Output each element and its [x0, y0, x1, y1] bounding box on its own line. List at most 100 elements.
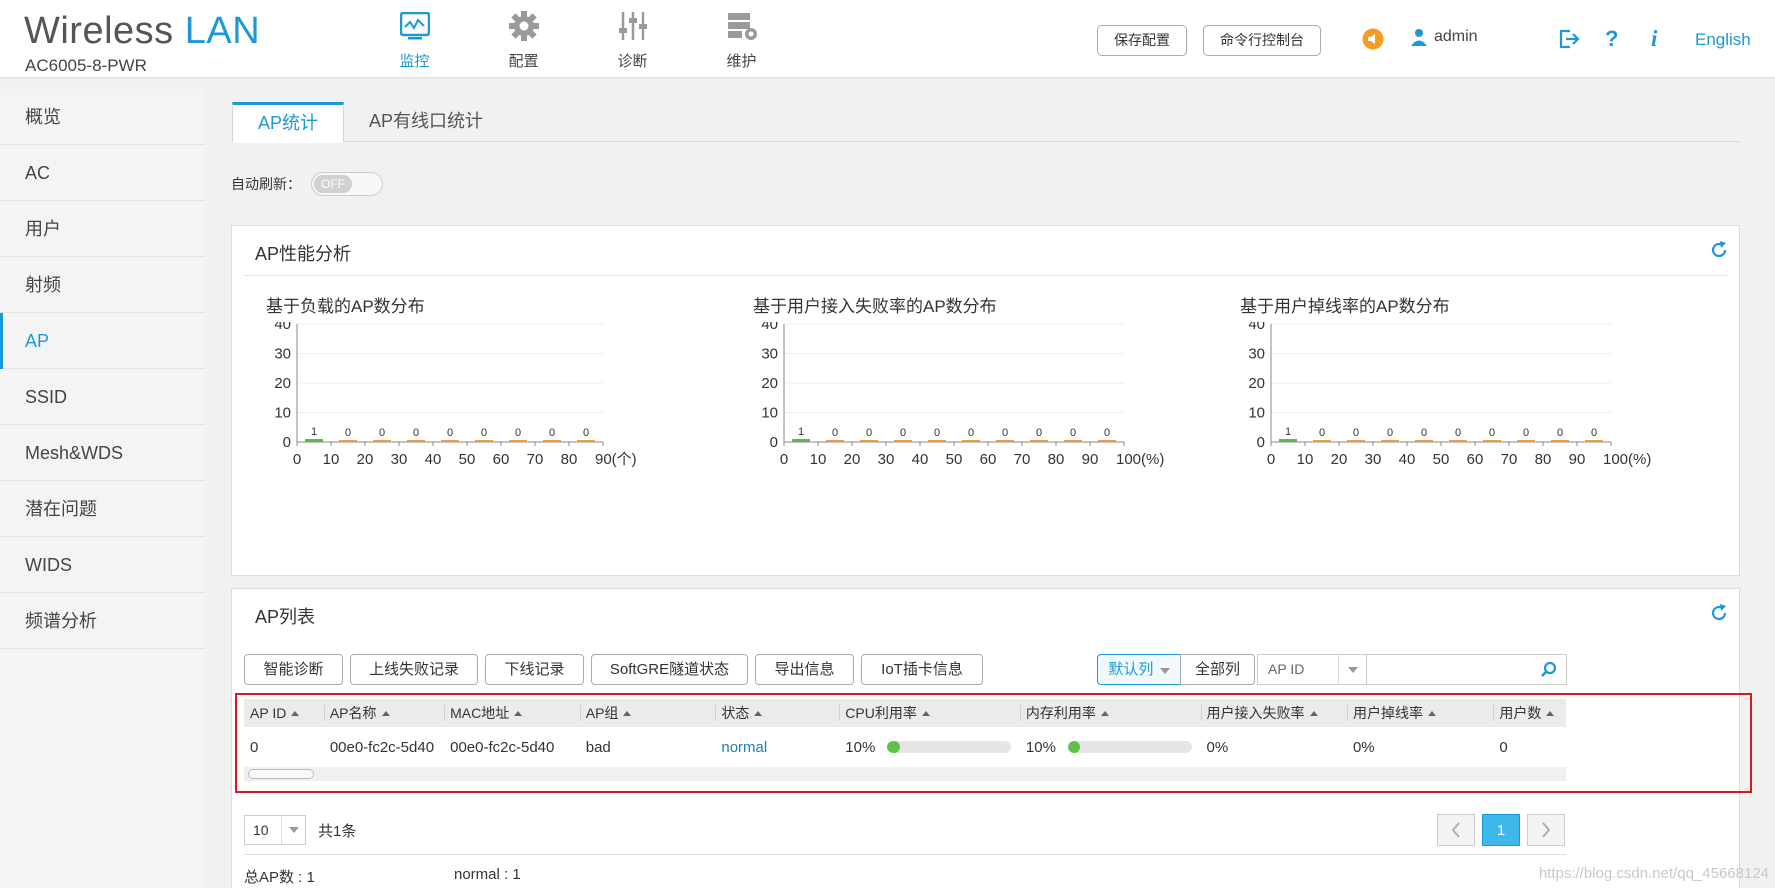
- x-tick-label: 30: [1365, 451, 1382, 468]
- nav-maintain[interactable]: 维护: [687, 6, 796, 71]
- smart-diagnose-button[interactable]: 智能诊断: [244, 654, 343, 685]
- sliders-icon: [578, 6, 687, 46]
- refresh-icon[interactable]: [1709, 240, 1729, 264]
- cell-ap-id: 0: [250, 738, 259, 756]
- col-memory[interactable]: 内存利用率: [1019, 699, 1201, 727]
- sidebar-item-spectrum[interactable]: 频谱分析: [0, 593, 205, 649]
- bar: [305, 439, 323, 442]
- horizontal-scrollbar[interactable]: [244, 767, 1566, 781]
- gear-icon: [469, 6, 578, 46]
- page-size-select[interactable]: 10: [244, 815, 306, 845]
- bar: [1517, 440, 1535, 442]
- bar-value-label: 1: [798, 426, 804, 438]
- x-tick-label: 80: [1048, 451, 1065, 468]
- bar-value-label: 0: [900, 427, 906, 439]
- help-icon[interactable]: ?: [1605, 26, 1618, 52]
- sidebar-item-ap[interactable]: AP: [0, 313, 205, 369]
- cli-console-button[interactable]: 命令行控制台: [1203, 25, 1321, 56]
- user-icon: [1411, 29, 1427, 46]
- default-columns-button[interactable]: 默认列: [1097, 654, 1181, 685]
- bar: [928, 440, 946, 442]
- iot-card-info-button[interactable]: IoT插卡信息: [861, 654, 983, 685]
- user-menu[interactable]: admin: [1410, 28, 1478, 46]
- refresh-icon[interactable]: [1709, 603, 1729, 627]
- search-input[interactable]: [1367, 655, 1527, 684]
- tab-ap-wired-stats[interactable]: AP有线口统计: [344, 102, 508, 142]
- bar-value-label: 0: [1455, 427, 1461, 439]
- chart-drop-rate: 基于用户掉线率的AP数分布 0 10 20 30 40 0 10 20 30 40 50 60 70 80…: [1229, 282, 1669, 542]
- all-columns-button[interactable]: 全部列: [1180, 654, 1255, 685]
- cell-status-link[interactable]: normal: [715, 739, 839, 756]
- prev-page-button[interactable]: [1437, 814, 1475, 846]
- nav-label: 维护: [726, 53, 757, 70]
- chevron-down-icon: [281, 816, 305, 844]
- col-ap-id[interactable]: AP ID: [244, 699, 324, 727]
- x-tick-label: 80: [561, 451, 578, 468]
- x-tick-label: 40: [1399, 451, 1416, 468]
- language-switch[interactable]: English: [1695, 30, 1751, 50]
- sidebar-item-mesh-wds[interactable]: Mesh&WDS: [0, 425, 205, 481]
- save-config-button[interactable]: 保存配置: [1097, 25, 1187, 56]
- nav-config[interactable]: 配置: [469, 6, 578, 71]
- softgre-status-button[interactable]: SoftGRE隧道状态: [591, 654, 748, 685]
- sidebar-item-ssid[interactable]: SSID: [0, 369, 205, 425]
- bar-value-label: 0: [866, 427, 872, 439]
- online-fail-record-button[interactable]: 上线失败记录: [350, 654, 478, 685]
- bar: [996, 440, 1014, 442]
- nav-diagnose[interactable]: 诊断: [578, 6, 687, 71]
- offline-record-button[interactable]: 下线记录: [485, 654, 584, 685]
- sidebar-item-user[interactable]: 用户: [0, 201, 205, 257]
- search-icon[interactable]: [1540, 661, 1558, 683]
- cell-mac: 00e0-fc2c-5d40: [450, 738, 555, 756]
- table-header: AP ID AP名称 MAC地址 AP组 状态 CPU利用率 内存利用率 用户接…: [244, 699, 1566, 727]
- chevron-right-icon: [1542, 822, 1551, 838]
- page-number-button[interactable]: 1: [1482, 814, 1520, 846]
- sidebar: 概览 AC 用户 射频 AP SSID Mesh&WDS 潜在问题 WIDS 频…: [0, 89, 205, 888]
- col-status[interactable]: 状态: [715, 699, 839, 727]
- bar-value-label: 0: [583, 427, 589, 439]
- sidebar-item-overview[interactable]: 概览: [0, 89, 205, 145]
- col-mac[interactable]: MAC地址: [444, 699, 580, 727]
- scrollbar-thumb[interactable]: [248, 769, 314, 779]
- cell-drop-rate: 0%: [1352, 738, 1375, 756]
- bar: [860, 440, 878, 442]
- bar: [1415, 440, 1433, 442]
- table-row[interactable]: 0 00e0-fc2c-5d40 00e0-fc2c-5d40 bad norm…: [244, 727, 1566, 767]
- bar: [475, 440, 493, 442]
- memory-progress-bar: [1067, 741, 1192, 753]
- tab-ap-stats[interactable]: AP统计: [232, 102, 345, 143]
- x-tick-label: 30: [391, 451, 408, 468]
- search-field-select[interactable]: AP ID: [1257, 654, 1367, 685]
- sidebar-item-wids[interactable]: WIDS: [0, 537, 205, 593]
- sidebar-item-ac[interactable]: AC: [0, 145, 205, 201]
- announcement-icon[interactable]: [1362, 28, 1384, 54]
- sidebar-item-potential-issues[interactable]: 潜在问题: [0, 481, 205, 537]
- col-drop-rate[interactable]: 用户掉线率: [1346, 699, 1493, 727]
- logout-icon[interactable]: [1558, 28, 1580, 54]
- bar-value-label: 0: [413, 427, 419, 439]
- monitor-icon: [360, 6, 469, 46]
- bar: [1347, 440, 1365, 442]
- col-ap-name[interactable]: AP名称: [323, 699, 444, 727]
- next-page-button[interactable]: [1527, 814, 1565, 846]
- sidebar-item-radio[interactable]: 射频: [0, 257, 205, 313]
- chart-title: 基于用户接入失败率的AP数分布: [753, 297, 997, 316]
- x-tick-label: 90: [1082, 451, 1099, 468]
- col-ap-group[interactable]: AP组: [579, 699, 716, 727]
- bar: [1064, 440, 1082, 442]
- x-tick-label: 10: [323, 451, 340, 468]
- cell-memory: 10%: [1020, 739, 1201, 756]
- bar: [894, 440, 912, 442]
- performance-panel: AP性能分析 基于负载的AP数分布 0 10 20 30 40 0 10 20 30 40 50 60…: [231, 225, 1740, 576]
- col-cpu[interactable]: CPU利用率: [839, 699, 1020, 727]
- auto-refresh-toggle[interactable]: OFF: [311, 172, 383, 196]
- col-users[interactable]: 用户数: [1493, 699, 1566, 727]
- sort-icon: [381, 711, 390, 716]
- nav-monitor[interactable]: 监控: [360, 6, 469, 71]
- info-icon[interactable]: i: [1651, 26, 1657, 52]
- col-access-fail-rate[interactable]: 用户接入失败率: [1200, 699, 1347, 727]
- bar: [543, 440, 561, 442]
- chevron-left-icon: [1451, 822, 1460, 838]
- export-info-button[interactable]: 导出信息: [755, 654, 854, 685]
- divider: [244, 854, 1566, 855]
